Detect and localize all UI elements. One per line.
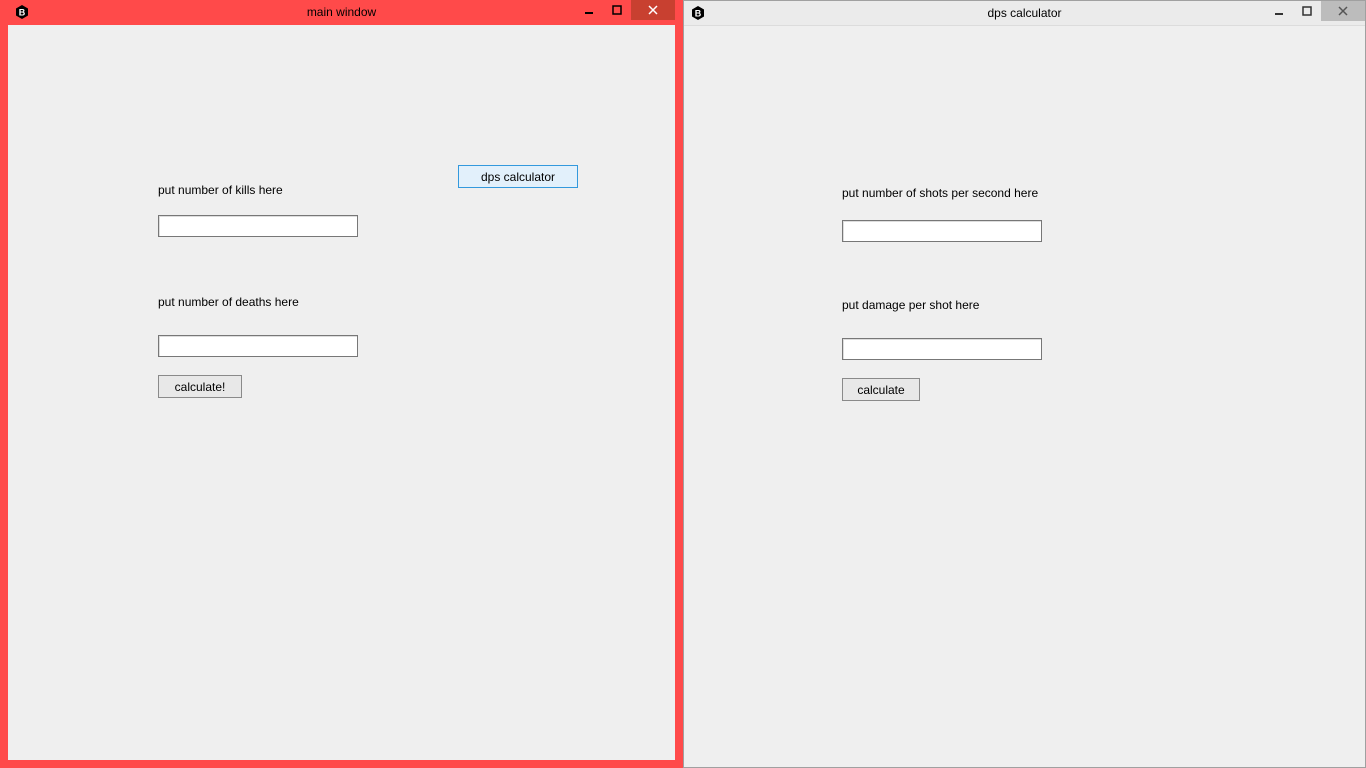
dps-calculator-button[interactable]: dps calculator	[458, 165, 578, 188]
window-title: dps calculator	[684, 1, 1365, 26]
calculate-button[interactable]: calculate!	[158, 375, 242, 398]
maximize-button[interactable]	[603, 0, 631, 20]
damage-per-shot-input[interactable]	[842, 338, 1042, 360]
minimize-button[interactable]	[575, 0, 603, 20]
window-controls	[575, 0, 675, 20]
close-button[interactable]	[1321, 1, 1365, 21]
close-button[interactable]	[631, 0, 675, 20]
shots-per-second-input[interactable]	[842, 220, 1042, 242]
client-area: put number of shots per second here put …	[684, 26, 1365, 767]
shots-per-second-label: put number of shots per second here	[842, 186, 1038, 200]
dps-calculator-window: B dps calculator put number of shots per…	[683, 0, 1366, 768]
damage-per-shot-label: put damage per shot here	[842, 298, 979, 312]
titlebar[interactable]: B dps calculator	[684, 1, 1365, 26]
kills-input[interactable]	[158, 215, 358, 237]
titlebar[interactable]: B main window	[8, 0, 675, 25]
deaths-input[interactable]	[158, 335, 358, 357]
calculate-button[interactable]: calculate	[842, 378, 920, 401]
deaths-label: put number of deaths here	[158, 295, 299, 309]
minimize-button[interactable]	[1265, 1, 1293, 21]
maximize-button[interactable]	[1293, 1, 1321, 21]
window-controls	[1265, 1, 1365, 21]
client-area: dps calculator put number of kills here …	[8, 25, 675, 760]
main-window: B main window dps calculator put number …	[0, 0, 683, 768]
kills-label: put number of kills here	[158, 183, 283, 197]
